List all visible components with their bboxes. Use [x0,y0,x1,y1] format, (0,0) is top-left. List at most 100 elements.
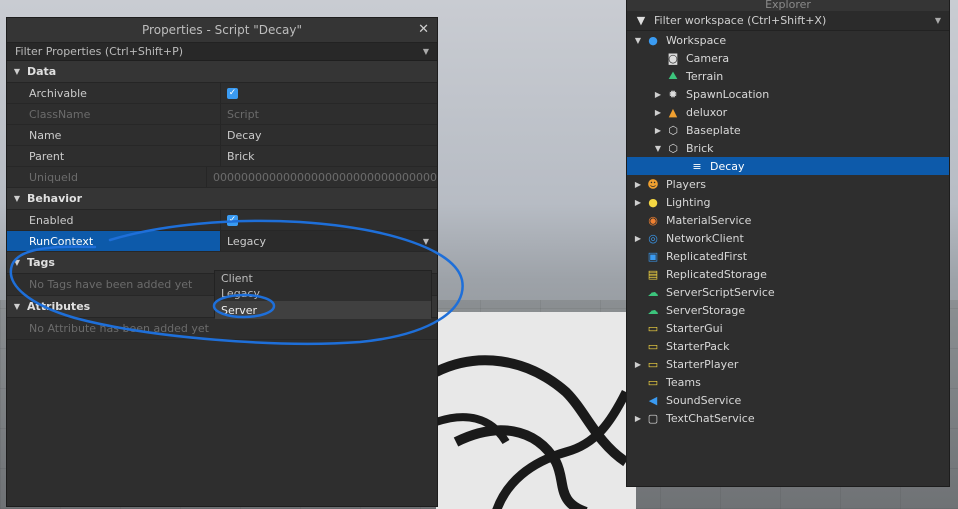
option-server[interactable]: Server [215,301,431,319]
collapsed-arrow-icon[interactable]: ▶ [651,108,665,117]
tree-item-label: Workspace [666,33,727,47]
tree-item-brick[interactable]: ▼ ⬡ Brick [627,139,949,157]
properties-titlebar[interactable]: Properties - Script "Decay" ✕ [7,18,437,43]
property-row-archivable[interactable]: Archivable ✓ [7,83,437,104]
tree-item-starterplayer[interactable]: ▶ ▭ StarterPlayer [627,355,949,373]
collapse-arrow-icon[interactable]: ▼ [7,194,27,203]
property-row-uniqueid: UniqueId 0000000000000000000000000000000… [7,167,437,188]
globe-icon: ● [648,33,658,47]
tree-item-materialservice[interactable]: ◉ MaterialService [627,211,949,229]
tree-item-label: SoundService [666,393,742,407]
chevron-down-icon[interactable]: ▼ [423,237,429,246]
tree-item-serverstorage[interactable]: ☁ ServerStorage [627,301,949,319]
server-script-icon: ☁ [647,285,659,299]
tree-item-label: Lighting [666,195,711,209]
explorer-title: Explorer [765,0,811,11]
tree-item-label: Brick [686,141,714,155]
tree-item-startergui[interactable]: ▭ StarterGui [627,319,949,337]
collapsed-arrow-icon[interactable]: ▶ [631,234,645,243]
collapse-arrow-icon[interactable]: ▼ [7,258,27,267]
property-name: Archivable [7,83,221,103]
runcontext-selected-value: Legacy [227,234,266,248]
tree-item-textchatservice[interactable]: ▶ ▢ TextChatService [627,409,949,427]
close-icon[interactable]: ✕ [418,22,429,37]
starter-player-icon: ▭ [647,357,659,371]
filter-icon[interactable]: ▼ [633,14,649,28]
tree-item-label: StarterGui [666,321,723,335]
name-value-field[interactable]: Decay [221,125,437,145]
expanded-arrow-icon[interactable]: ▼ [631,36,645,45]
tree-item-label: ServerScriptService [666,285,775,299]
explorer-titlebar[interactable]: Explorer [627,0,949,11]
property-row-runcontext[interactable]: RunContext Legacy ▼ [7,231,437,252]
tree-item-soundservice[interactable]: ◀ SoundService [627,391,949,409]
section-data[interactable]: ▼ Data [7,61,437,83]
property-name: RunContext [7,231,221,251]
section-behavior[interactable]: ▼ Behavior [7,188,437,210]
tree-item-decay[interactable]: ≡ Decay [627,157,949,175]
tree-item-replicatedfirst[interactable]: ▣ ReplicatedFirst [627,247,949,265]
property-name: UniqueId [7,167,208,187]
tree-item-label: Players [666,177,706,191]
properties-title: Properties - Script "Decay" [142,23,302,37]
tree-item-label: NetworkClient [666,231,744,245]
tree-item-label: SpawnLocation [686,87,770,101]
tree-item-terrain[interactable]: ⛰ Terrain [627,67,949,85]
tree-item-teams[interactable]: ▭ Teams [627,373,949,391]
option-client[interactable]: Client [215,271,431,286]
model-icon: ▲ [668,105,678,119]
decay-pattern [436,355,626,509]
filter-properties-placeholder: Filter Properties (Ctrl+Shift+P) [15,45,184,58]
sound-icon: ◀ [648,393,658,407]
enabled-checkbox[interactable]: ✓ [227,214,238,226]
parent-value-field[interactable]: Brick [221,146,437,166]
tree-item-label: StarterPlayer [666,357,739,371]
chevron-down-icon[interactable]: ▼ [935,16,941,25]
tree-item-workspace[interactable]: ▼ ● Workspace [627,31,949,49]
tree-item-players[interactable]: ▶ ☻ Players [627,175,949,193]
explorer-panel: Explorer ▼ Filter workspace (Ctrl+Shift+… [626,0,950,487]
property-row-name[interactable]: Name Decay [7,125,437,146]
replicated-first-icon: ▣ [647,249,659,263]
starter-gui-icon: ▭ [647,321,659,335]
collapsed-arrow-icon[interactable]: ▶ [631,198,645,207]
collapsed-arrow-icon[interactable]: ▶ [651,90,665,99]
runcontext-dropdown[interactable]: Legacy ▼ [221,231,437,251]
archivable-checkbox[interactable]: ✓ [227,87,238,99]
section-behavior-label: Behavior [27,192,83,205]
tree-item-replicatedstorage[interactable]: ▤ ReplicatedStorage [627,265,949,283]
tree-item-label: Baseplate [686,123,741,137]
collapsed-arrow-icon[interactable]: ▶ [651,126,665,135]
tree-item-lighting[interactable]: ▶ ● Lighting [627,193,949,211]
starter-pack-icon: ▭ [647,339,659,353]
collapsed-arrow-icon[interactable]: ▶ [631,180,645,189]
tree-item-label: ReplicatedStorage [666,267,767,281]
tree-item-networkclient[interactable]: ▶ ◎ NetworkClient [627,229,949,247]
tree-item-starterpack[interactable]: ▭ StarterPack [627,337,949,355]
property-row-enabled[interactable]: Enabled ✓ [7,210,437,231]
chevron-down-icon[interactable]: ▼ [423,47,429,56]
collapse-arrow-icon[interactable]: ▼ [7,302,27,311]
collapse-arrow-icon[interactable]: ▼ [7,67,27,76]
filter-workspace-input[interactable]: ▼ Filter workspace (Ctrl+Shift+X) ▼ [627,11,949,31]
tree-item-label: Teams [666,375,701,389]
collapsed-arrow-icon[interactable]: ▶ [631,360,645,369]
tree-item-label: ServerStorage [666,303,746,317]
expanded-arrow-icon[interactable]: ▼ [651,144,665,153]
tree-item-label: ReplicatedFirst [666,249,748,263]
collapsed-arrow-icon[interactable]: ▶ [631,414,645,423]
teams-icon: ▭ [647,375,659,389]
tree-item-serverscriptservice[interactable]: ☁ ServerScriptService [627,283,949,301]
tree-item-deluxor[interactable]: ▶ ▲ deluxor [627,103,949,121]
script-icon: ≡ [692,159,702,173]
camera-icon: ◙ [667,51,679,65]
tree-item-baseplate[interactable]: ▶ ⬡ Baseplate [627,121,949,139]
filter-properties-input[interactable]: Filter Properties (Ctrl+Shift+P) ▼ [7,43,437,61]
option-legacy[interactable]: Legacy [215,286,431,301]
property-row-parent[interactable]: Parent Brick [7,146,437,167]
tree-item-spawnlocation[interactable]: ▶ ✹ SpawnLocation [627,85,949,103]
tree-item-label: Camera [686,51,730,65]
tree-item-camera[interactable]: ◙ Camera [627,49,949,67]
tree-item-label: Terrain [686,69,724,83]
spawn-icon: ✹ [668,87,678,101]
